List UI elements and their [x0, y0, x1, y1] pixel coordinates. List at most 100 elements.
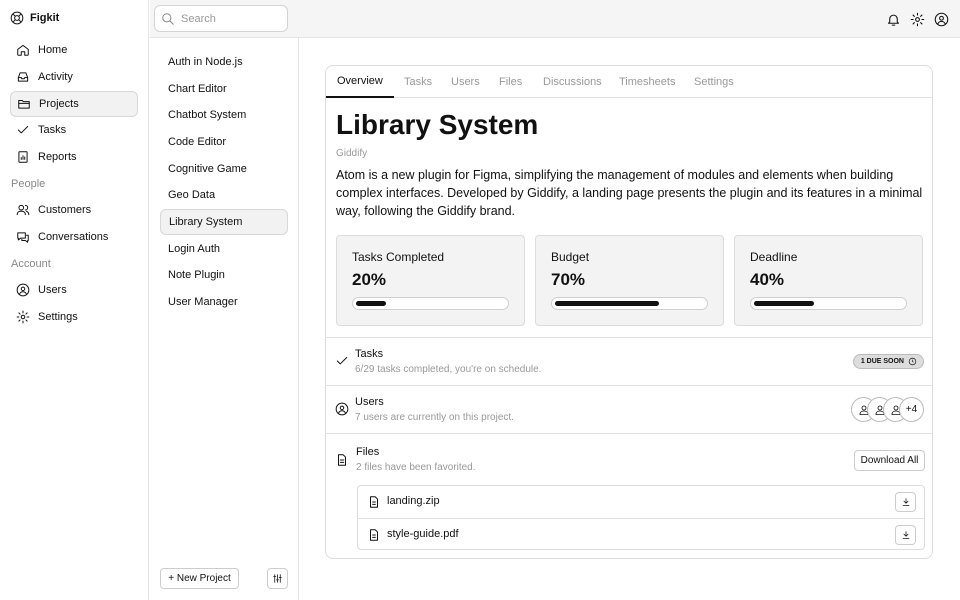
progress-bar — [750, 297, 907, 310]
search-icon — [161, 12, 175, 26]
progress-bar — [551, 297, 708, 310]
user-circle-icon — [335, 402, 349, 416]
favorite-files-list: landing.zip style-guide.pdf — [357, 485, 925, 550]
tab-discussions[interactable]: Discussions — [543, 66, 602, 98]
tasks-title: Tasks — [355, 348, 384, 360]
clock-icon — [908, 357, 917, 366]
inbox-icon — [16, 70, 30, 84]
tasks-row[interactable]: Tasks 6/29 tasks completed, you're on sc… — [326, 337, 932, 385]
user-circle-icon[interactable] — [933, 11, 949, 27]
users-icon — [16, 203, 30, 217]
user-circle-icon — [16, 283, 30, 297]
download-icon — [902, 531, 909, 539]
check-icon — [335, 354, 349, 368]
avatar-stack: +4 — [851, 397, 924, 422]
sidebar-item-label: Activity — [38, 71, 73, 83]
project-list: Auth in Node.js Chart Editor Chatbot Sys… — [150, 38, 299, 600]
tab-timesheets[interactable]: Timesheets — [619, 66, 675, 98]
tab-tasks[interactable]: Tasks — [404, 66, 432, 98]
stat-card-budget: Budget 70% — [535, 235, 724, 326]
download-icon — [902, 498, 909, 506]
stat-card-deadline: Deadline 40% — [734, 235, 923, 326]
project-item-cognitive-game[interactable]: Cognitive Game — [160, 156, 288, 182]
users-title: Users — [355, 396, 384, 408]
stat-value: 20% — [352, 270, 387, 289]
topbar — [150, 0, 960, 38]
file-icon — [367, 495, 381, 509]
gear-icon — [16, 310, 30, 324]
app-name: Figkit — [30, 12, 60, 24]
download-all-button[interactable]: Download All — [854, 450, 925, 471]
report-icon — [16, 150, 30, 164]
sidebar-item-projects[interactable]: Projects — [10, 91, 138, 117]
sliders-icon — [273, 574, 282, 583]
sidebar-item-settings[interactable]: Settings — [10, 304, 138, 330]
tab-users[interactable]: Users — [451, 66, 480, 98]
progress-bar — [352, 297, 509, 310]
section-account: Account — [11, 258, 51, 270]
project-item-note-plugin[interactable]: Note Plugin — [160, 262, 288, 288]
sidebar-item-users[interactable]: Users — [10, 277, 138, 303]
brand[interactable]: Figkit — [10, 8, 59, 28]
search-input[interactable] — [181, 12, 281, 25]
folder-icon — [17, 97, 31, 111]
download-all-label: Download All — [860, 455, 919, 466]
project-item-login-auth[interactable]: Login Auth — [160, 236, 288, 262]
sidebar-item-label: Settings — [38, 311, 78, 323]
section-people: People — [11, 178, 46, 190]
file-name: landing.zip — [387, 495, 440, 507]
project-item-chart-editor[interactable]: Chart Editor — [160, 76, 288, 102]
avatar-more-count[interactable]: +4 — [899, 397, 924, 422]
file-item[interactable]: landing.zip — [358, 486, 924, 518]
project-item-chatbot-system[interactable]: Chatbot System — [160, 102, 288, 128]
stat-label: Deadline — [750, 250, 798, 264]
progress-fill — [356, 301, 386, 306]
project-item-auth-in-nodejs[interactable]: Auth in Node.js — [160, 49, 288, 75]
file-name: style-guide.pdf — [387, 528, 459, 540]
download-button[interactable] — [895, 525, 916, 545]
sidebar-item-label: Reports — [38, 151, 77, 163]
new-project-button[interactable]: + New Project — [160, 568, 239, 589]
project-item-user-manager[interactable]: User Manager — [160, 289, 288, 315]
search-box[interactable] — [154, 5, 288, 32]
gear-icon[interactable] — [909, 11, 925, 27]
project-panel: Overview Tasks Users Files Discussions T… — [325, 65, 933, 559]
tab-files[interactable]: Files — [499, 66, 522, 98]
file-item[interactable]: style-guide.pdf — [358, 518, 924, 550]
file-icon — [367, 528, 381, 542]
lifebuoy-icon — [10, 11, 24, 25]
sidebar-item-customers[interactable]: Customers — [10, 197, 138, 223]
tab-overview[interactable]: Overview — [326, 66, 394, 98]
page-title: Library System — [336, 109, 539, 140]
badge-label: 1 DUE SOON — [860, 358, 904, 365]
tab-settings[interactable]: Settings — [694, 66, 734, 98]
home-icon — [16, 43, 30, 57]
sidebar-item-label: Tasks — [38, 124, 67, 136]
progress-fill — [555, 301, 660, 306]
sidebar-item-label: Projects — [39, 98, 79, 110]
sidebar-item-activity[interactable]: Activity — [10, 64, 138, 90]
sidebar: Figkit Home Activity Projects Tasks Repo… — [0, 0, 149, 600]
tab-bar: Overview Tasks Users Files Discussions T… — [326, 66, 932, 98]
project-item-geo-data[interactable]: Geo Data — [160, 182, 288, 208]
progress-fill — [754, 301, 814, 306]
stat-value: 70% — [551, 270, 586, 289]
bell-icon[interactable] — [885, 11, 901, 27]
users-row[interactable]: Users 7 users are currently on this proj… — [326, 385, 932, 433]
sidebar-item-label: Home — [38, 44, 68, 56]
file-icon — [335, 453, 349, 467]
stat-value: 40% — [750, 270, 785, 289]
sidebar-item-conversations[interactable]: Conversations — [10, 224, 138, 250]
sidebar-item-home[interactable]: Home — [10, 37, 138, 63]
tasks-subtitle: 6/29 tasks completed, you're on schedule… — [355, 364, 542, 375]
filter-button[interactable] — [267, 568, 288, 589]
page-subtitle: Giddify — [336, 148, 368, 159]
project-item-library-system[interactable]: Library System — [160, 209, 288, 235]
sidebar-item-tasks[interactable]: Tasks — [10, 117, 138, 143]
download-button[interactable] — [895, 492, 916, 512]
project-item-code-editor[interactable]: Code Editor — [160, 129, 288, 155]
sidebar-item-label: Users — [38, 284, 67, 296]
sidebar-item-label: Conversations — [38, 231, 109, 243]
stat-card-tasks-completed: Tasks Completed 20% — [336, 235, 525, 326]
sidebar-item-reports[interactable]: Reports — [10, 144, 138, 170]
